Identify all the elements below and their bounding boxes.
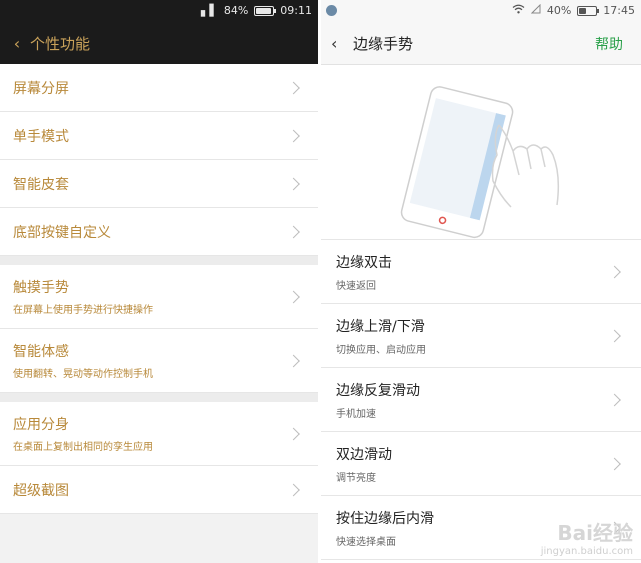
gesture-title: 边缘上滑/下滑 [336,318,425,335]
gesture-edge-double-tap[interactable]: 边缘双击 快速返回 [321,240,641,304]
notification-app-icon [326,5,337,16]
battery-percent: 84% [223,4,249,17]
watermark-logo: Bai经验 [557,521,633,545]
menu-item-label: 应用分身 [13,417,69,433]
gesture-description: 切换应用、启动应用 [336,344,426,356]
menu-item-smart-cover[interactable]: 智能皮套 [0,160,318,208]
gesture-description: 调节亮度 [336,472,376,484]
menu-item-one-hand-mode[interactable]: 单手模式 [0,112,318,160]
menu-item-description: 在桌面上复制出相同的孪生应用 [13,442,153,453]
back-arrow-icon[interactable]: ‹ [321,34,353,53]
help-button[interactable]: 帮助 [595,34,623,54]
wifi-icon [512,4,525,17]
app-bar: ‹ 边缘手势 帮助 [321,22,641,65]
gesture-title: 边缘双击 [336,254,392,271]
baidu-jingyan-watermark: Bai经验 jingyan.baidu.com [541,517,633,557]
status-bar: ▖▌ 84% 09:11 [0,0,318,22]
menu-item-label: 单手模式 [13,128,69,145]
gesture-title: 边缘反复滑动 [336,382,420,399]
gesture-description: 快速返回 [336,280,376,292]
gesture-double-edge-swipe[interactable]: 双边滑动 调节亮度 [321,432,641,496]
edge-gesture-illustration [321,65,641,240]
page-title: 个性功能 [30,34,91,53]
settings-group-3: 应用分身 在桌面上复制出相同的孪生应用 超级截图 [0,402,318,514]
settings-group-2: 触摸手势 在屏幕上使用手势进行快捷操作 智能体感 使用翻转、晃动等动作控制手机 [0,265,318,393]
group-divider [0,393,318,402]
menu-item-bottom-keys[interactable]: 底部按键自定义 [0,208,318,256]
status-bar: 40% 17:45 [321,0,641,22]
gesture-title: 双边滑动 [336,446,392,463]
signal-icon: ▖▌ [200,4,218,17]
group-divider [0,256,318,265]
phone-hand-illustration [400,86,560,239]
back-arrow-icon[interactable]: ‹ [0,34,30,53]
menu-item-label: 智能皮套 [13,176,69,193]
gesture-description: 手机加速 [336,408,376,420]
signal-icon [530,3,541,17]
menu-item-description: 在屏幕上使用手势进行快捷操作 [13,305,153,316]
menu-item-touch-gestures[interactable]: 触摸手势 在屏幕上使用手势进行快捷操作 [0,265,318,329]
app-bar: ‹ 个性功能 [0,22,318,64]
menu-item-app-twin[interactable]: 应用分身 在桌面上复制出相同的孪生应用 [0,402,318,466]
gesture-edge-swipe-up-down[interactable]: 边缘上滑/下滑 切换应用、启动应用 [321,304,641,368]
menu-item-label: 触摸手势 [13,280,69,296]
right-screen: 40% 17:45 ‹ 边缘手势 帮助 边缘双击 快速返回 边缘上滑/下滑 切换… [321,0,641,563]
page-title: 边缘手势 [353,34,414,53]
gesture-edge-repeat-swipe[interactable]: 边缘反复滑动 手机加速 [321,368,641,432]
menu-item-label: 智能体感 [13,344,69,360]
menu-item-label: 底部按键自定义 [13,224,111,241]
battery-icon [254,5,277,16]
battery-icon [577,5,600,16]
menu-item-label: 屏幕分屏 [13,80,69,97]
clock: 09:11 [280,4,312,17]
watermark-url: jingyan.baidu.com [540,546,633,557]
menu-item-split-screen[interactable]: 屏幕分屏 [0,64,318,112]
left-screen: ▖▌ 84% 09:11 ‹ 个性功能 屏幕分屏 单手模式 智能皮套 底部按键自… [0,0,318,563]
settings-group-1: 屏幕分屏 单手模式 智能皮套 底部按键自定义 [0,64,318,256]
menu-item-label: 超级截图 [13,482,69,499]
menu-item-description: 使用翻转、晃动等动作控制手机 [13,369,153,380]
menu-item-smart-motion[interactable]: 智能体感 使用翻转、晃动等动作控制手机 [0,329,318,393]
battery-percent: 40% [546,4,572,17]
menu-item-super-screenshot[interactable]: 超级截图 [0,466,318,514]
clock: 17:45 [603,4,635,17]
